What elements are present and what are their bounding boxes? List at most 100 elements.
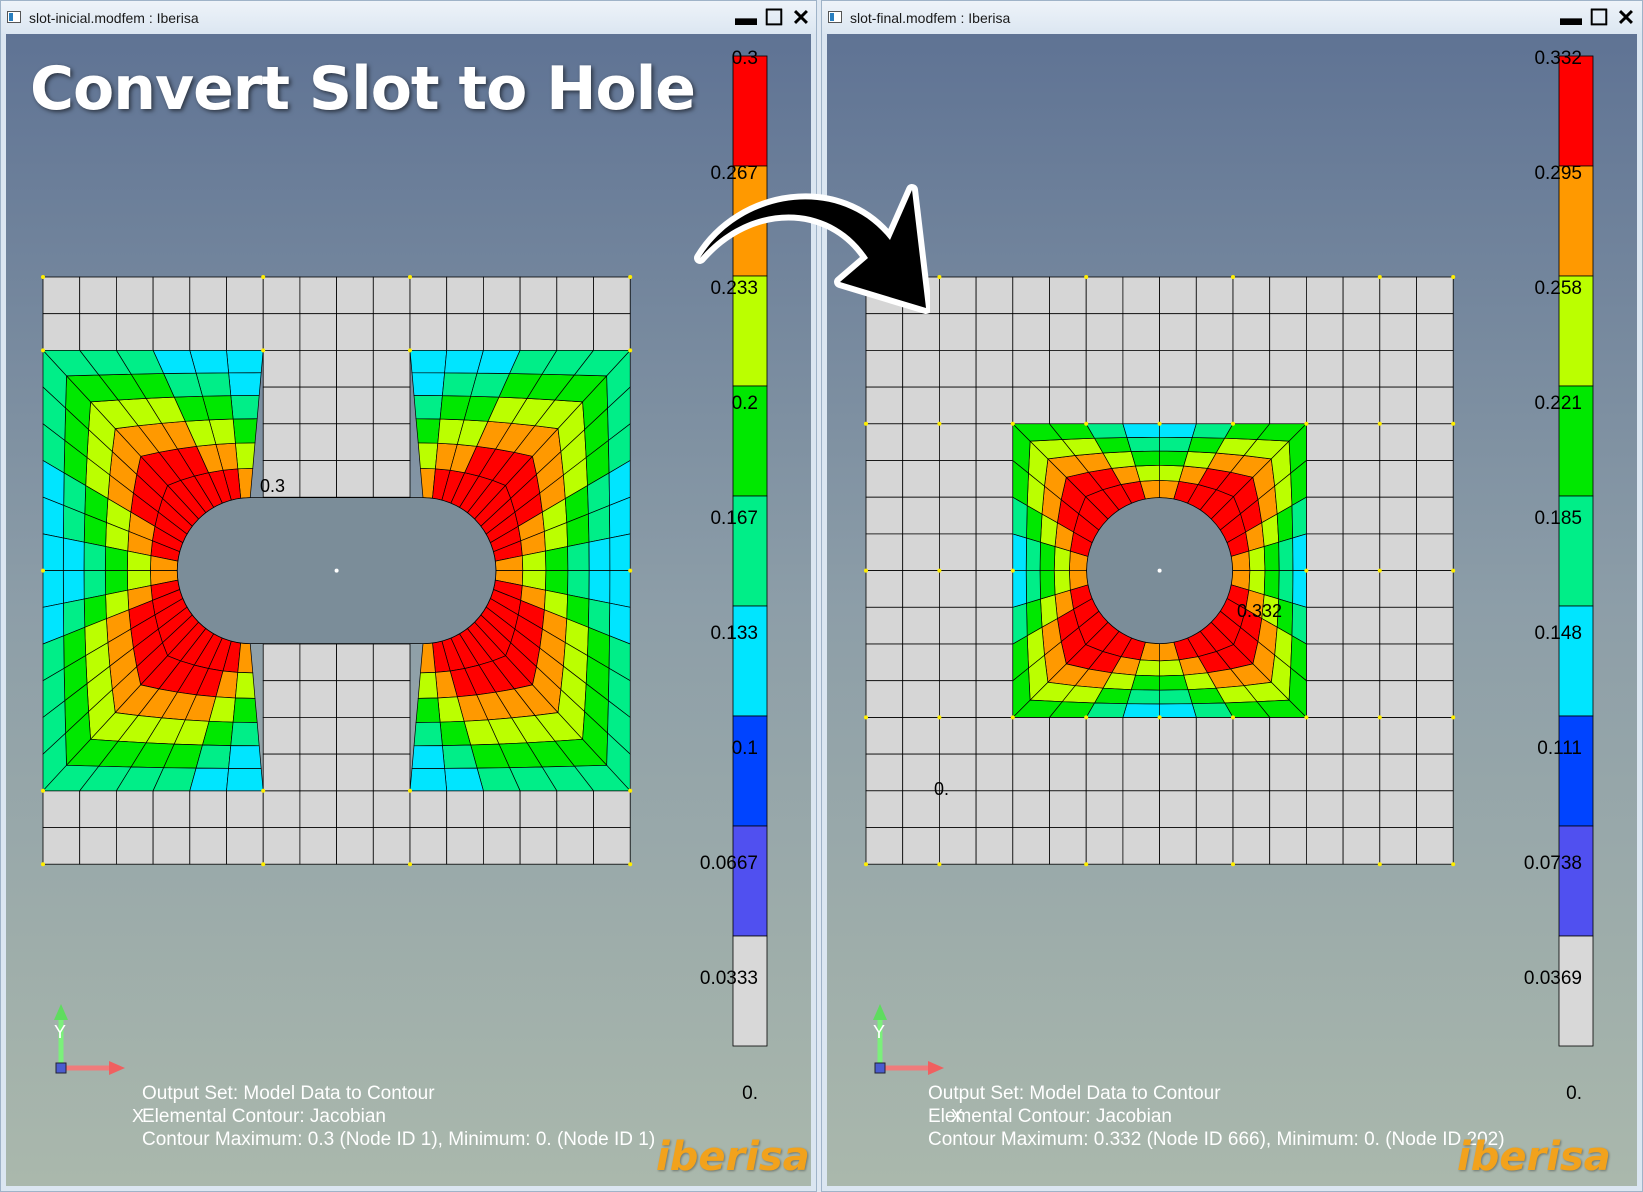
- mesh-element: [902, 423, 940, 461]
- node-point: [1451, 421, 1456, 426]
- node-point: [1231, 715, 1235, 720]
- iberisa-logo: iberisa: [1457, 1134, 1611, 1180]
- mesh-element: [1379, 460, 1417, 498]
- node-point: [1231, 275, 1235, 279]
- legend-swatch: [732, 55, 768, 167]
- mesh-element: [865, 386, 904, 425]
- mesh-element: [975, 790, 1014, 828]
- mesh-element: [1195, 753, 1234, 792]
- legend-tick: 0.332: [1534, 48, 1582, 69]
- mesh-element: [1416, 827, 1454, 865]
- graphics-viewport[interactable]: 0.332 0.295 0.258 0.221 0.185 0.148 0.11…: [827, 34, 1637, 1186]
- node-point: [408, 788, 412, 793]
- mesh-element: [902, 570, 940, 608]
- maximize-button[interactable]: ☐: [763, 5, 785, 31]
- mesh-element: [865, 423, 904, 461]
- mesh-element: [939, 496, 977, 535]
- mesh-element: [593, 276, 631, 315]
- mesh-element: [1012, 386, 1050, 425]
- mesh-element: [1085, 276, 1124, 315]
- title-bar[interactable]: slot-final.modfem : Iberisa ▬ ☐ ✕: [822, 1, 1642, 35]
- mesh-element: [1379, 790, 1417, 828]
- mesh-element: [939, 349, 977, 388]
- contour-type-text: Elemental Contour: Jacobian: [142, 1106, 386, 1127]
- mesh-element: [975, 717, 1014, 755]
- center-node: [334, 568, 339, 573]
- mesh-element: [299, 790, 337, 828]
- app-icon[interactable]: [7, 11, 21, 23]
- mesh-element: [1305, 386, 1344, 425]
- window-slot-final[interactable]: slot-final.modfem : Iberisa ▬ ☐ ✕ 0.332 …: [821, 0, 1643, 1192]
- mesh-element: [1126, 436, 1160, 452]
- mesh-element: [1379, 643, 1417, 682]
- mesh-element: [1416, 680, 1454, 718]
- mesh-element: [1278, 537, 1294, 571]
- mesh-element: [336, 423, 374, 461]
- mesh-element: [446, 276, 484, 315]
- mesh-element: [189, 767, 229, 792]
- mesh-element: [865, 680, 904, 718]
- mesh-element: [42, 276, 81, 315]
- fe-mesh-plot[interactable]: [827, 34, 1637, 1186]
- node-point: [41, 862, 45, 867]
- mesh-element: [1012, 276, 1050, 315]
- maximize-button[interactable]: ☐: [1588, 5, 1610, 31]
- mesh-element: [299, 680, 337, 718]
- mesh-element: [1379, 753, 1417, 792]
- legend-tick: 0.0667: [699, 853, 758, 874]
- mesh-element: [1416, 606, 1454, 645]
- mesh-element: [116, 276, 154, 315]
- mesh-element: [1278, 570, 1294, 604]
- mesh-element: [1159, 423, 1197, 438]
- title-bar[interactable]: slot-inicial.modfem : Iberisa ▬ ☐ ✕: [1, 1, 816, 35]
- mesh-element: [567, 570, 590, 600]
- mesh-element: [1025, 537, 1041, 571]
- close-button[interactable]: ✕: [1615, 5, 1637, 31]
- mesh-element: [299, 276, 337, 315]
- mesh-element: [235, 672, 256, 699]
- mesh-element: [1248, 546, 1266, 571]
- mesh-element: [299, 643, 337, 682]
- window-slot-inicial[interactable]: slot-inicial.modfem : Iberisa ▬ ☐ ✕ Conv…: [0, 0, 817, 1192]
- mesh-element: [1379, 680, 1417, 718]
- mesh-element: [1342, 570, 1381, 608]
- mesh-element: [1379, 386, 1417, 425]
- mesh-element: [1195, 276, 1234, 315]
- close-button[interactable]: ✕: [790, 5, 812, 31]
- mesh-element: [1130, 450, 1160, 467]
- transform-arrow-icon: [694, 184, 930, 314]
- mesh-element: [1305, 827, 1344, 865]
- mesh-element: [609, 533, 631, 571]
- node-point: [1084, 421, 1089, 426]
- mesh-element: [1269, 827, 1307, 865]
- mesh-element: [442, 744, 478, 769]
- mesh-element: [1049, 717, 1087, 755]
- iberisa-logo: iberisa: [656, 1134, 810, 1180]
- mesh-element: [299, 460, 337, 498]
- mesh-element: [1269, 386, 1307, 425]
- mesh-element: [975, 753, 1014, 792]
- minimize-button[interactable]: ▬: [1560, 5, 1582, 31]
- mesh-element: [1049, 827, 1087, 865]
- node-point: [261, 348, 266, 353]
- mesh-element: [226, 827, 264, 865]
- app-icon[interactable]: [828, 11, 842, 23]
- mesh-element: [1135, 464, 1160, 482]
- minimize-button[interactable]: ▬: [735, 5, 757, 31]
- node-point: [1304, 715, 1309, 720]
- node-point: [1157, 421, 1162, 426]
- mesh-element: [519, 790, 558, 828]
- node-point: [41, 275, 45, 279]
- mesh-gray-region: [262, 643, 411, 792]
- mesh-element: [1159, 717, 1197, 755]
- mesh-element: [79, 790, 117, 828]
- node-point: [864, 421, 868, 426]
- mesh-element: [1342, 276, 1381, 315]
- mesh-element: [415, 697, 441, 723]
- mesh-element: [1159, 689, 1193, 705]
- mesh-element: [1122, 703, 1160, 718]
- mesh-element: [1159, 450, 1189, 467]
- mesh-element: [1305, 313, 1344, 351]
- mesh-element: [1305, 570, 1344, 608]
- mesh-element: [975, 496, 1014, 535]
